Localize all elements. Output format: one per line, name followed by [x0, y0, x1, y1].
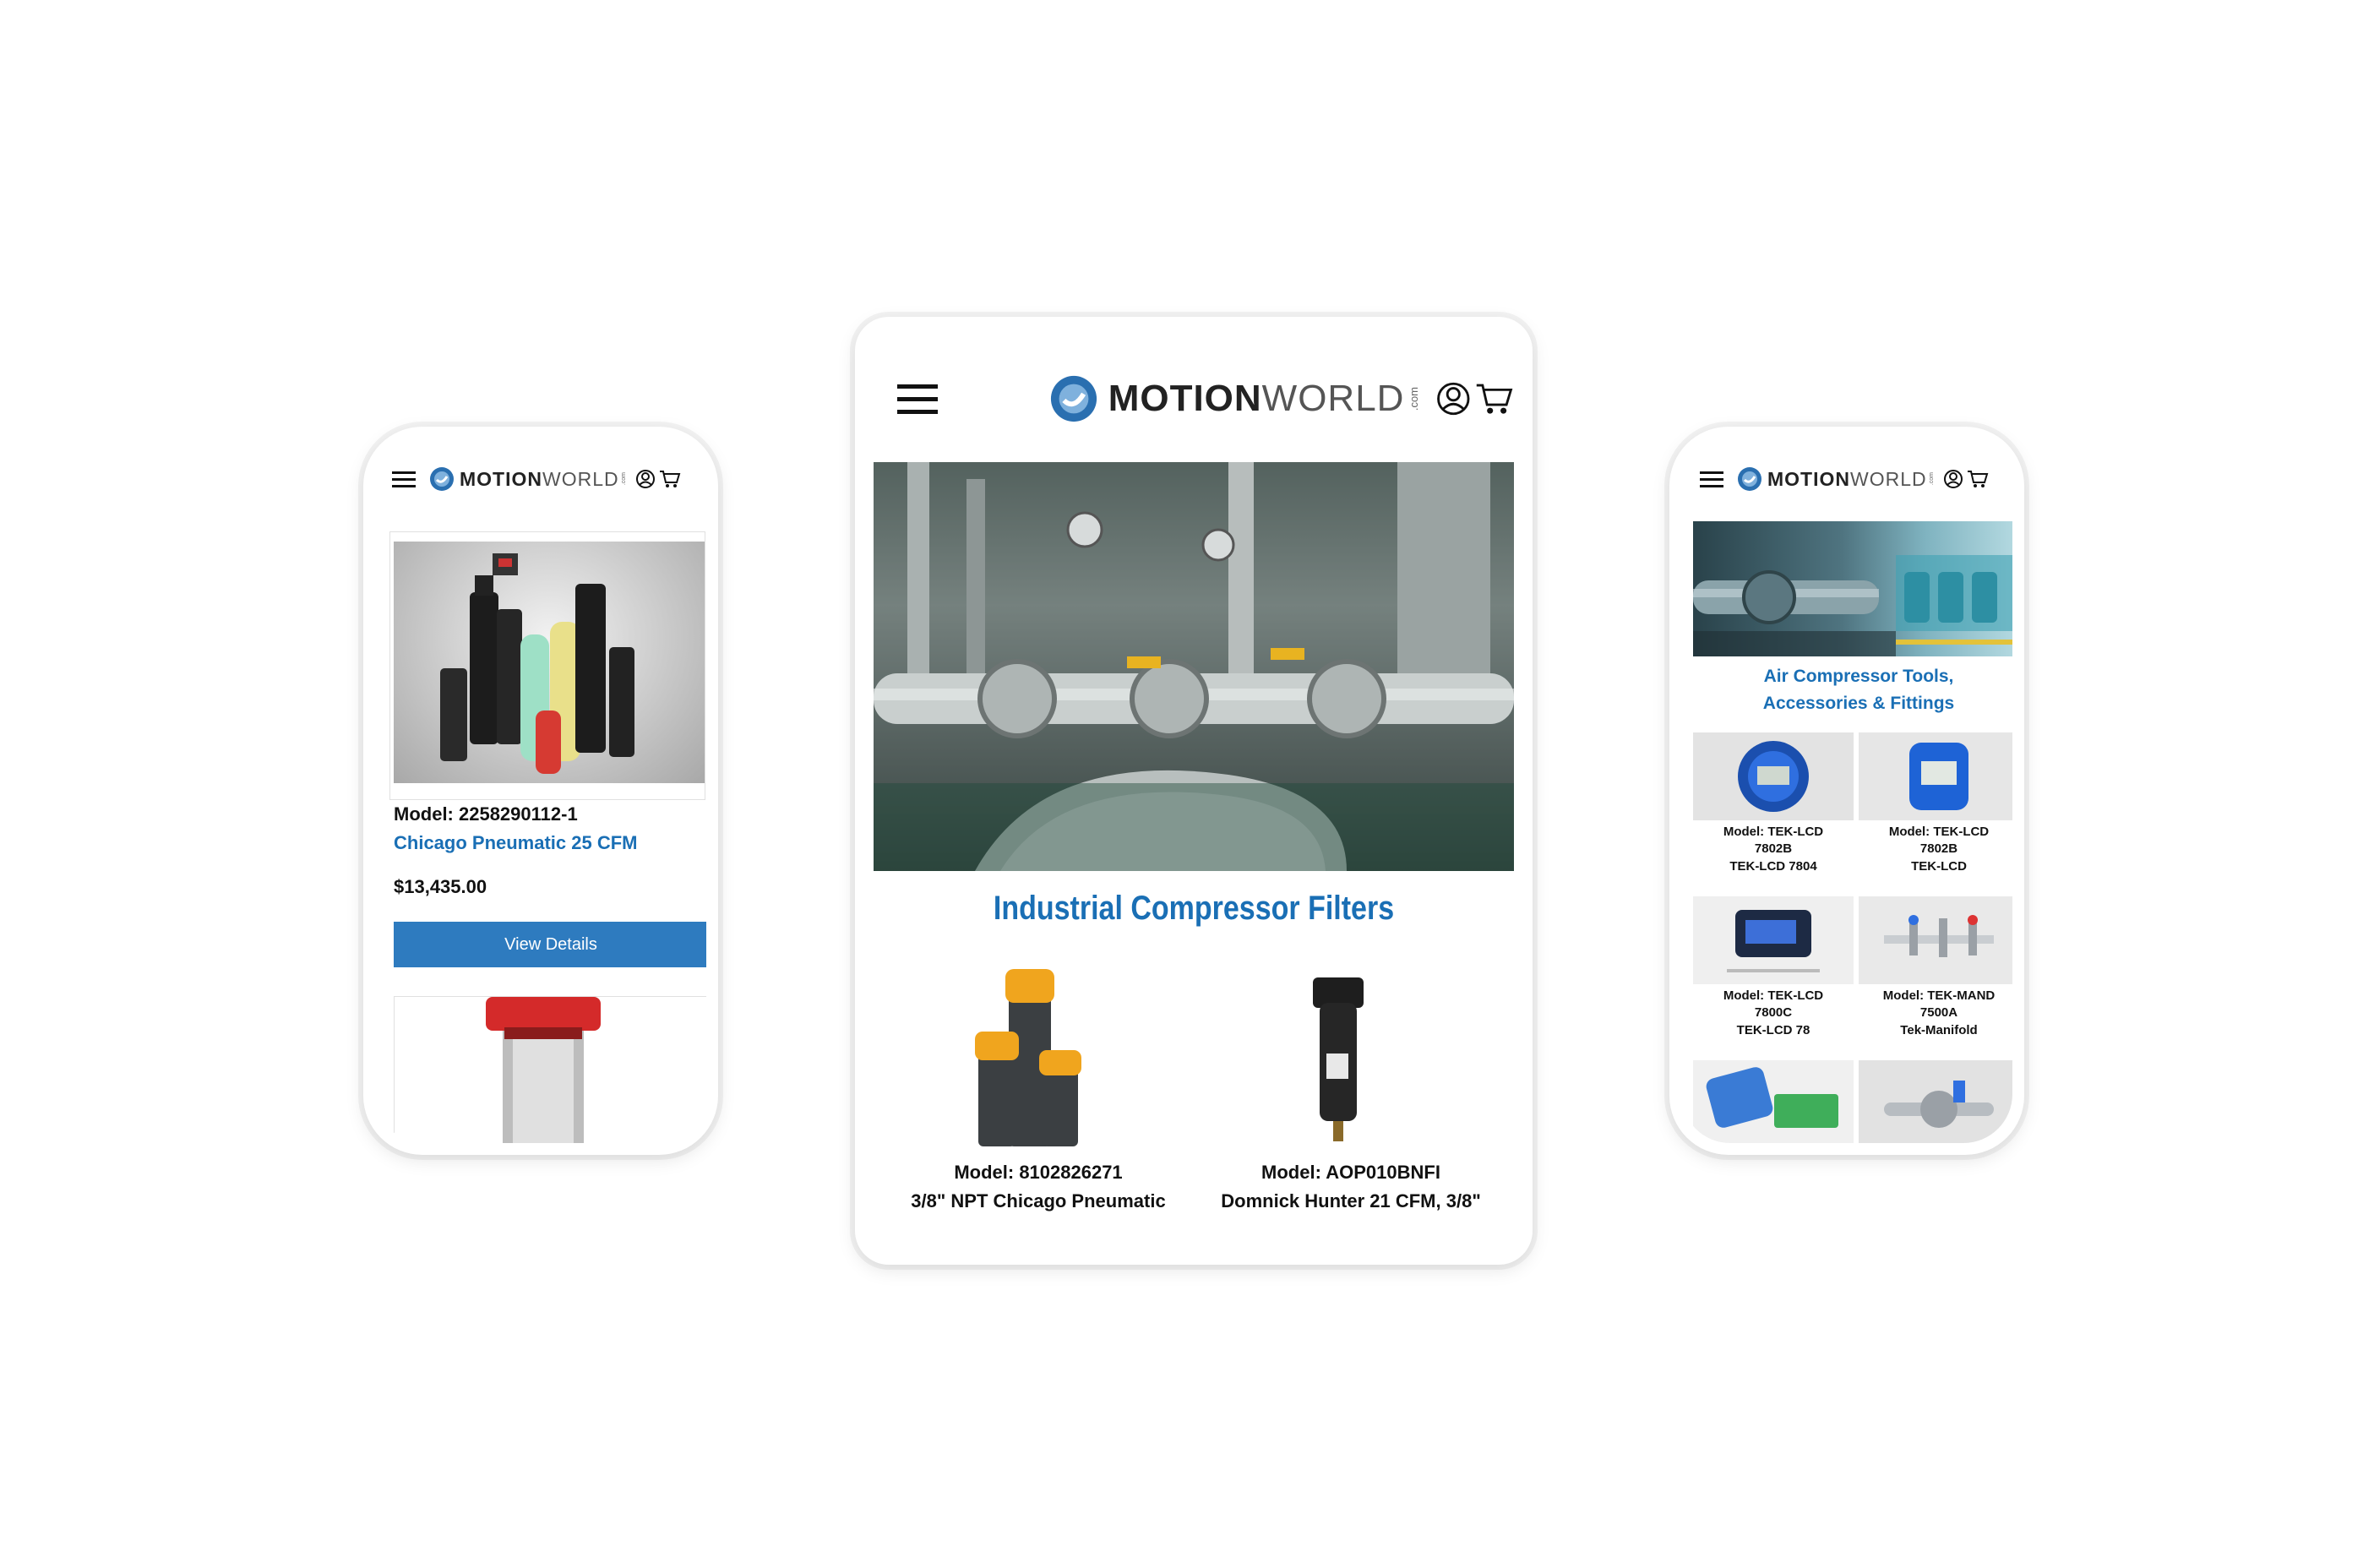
site-header: MOTIONWORLD .com	[1681, 438, 2012, 520]
tile-3-code: 7800C	[1754, 1005, 1793, 1021]
tablet-screen: MOTIONWORLD .com Industrial Compressor F…	[874, 335, 1514, 1246]
product-model: Model: 2258290112-1	[394, 803, 578, 825]
site-header: MOTIONWORLD .com	[874, 335, 1514, 462]
brand-suffix: .com	[620, 472, 627, 486]
globe-logo-icon	[430, 467, 454, 491]
site-header: MOTIONWORLD .com	[375, 438, 706, 520]
product-tile-3-caption: Model: TEK-LCD 7800C TEK-LCD 78	[1693, 988, 1854, 1039]
tile-2-name[interactable]: TEK-LCD	[1859, 858, 2012, 875]
product-price: $13,435.00	[394, 876, 487, 897]
right-phone-device: MOTIONWORLD .com Air Compressor Tools, A…	[1669, 427, 2024, 1155]
product-tile-1-caption: Model: TEK-LCD 7802B TEK-LCD 7804	[1693, 824, 1854, 875]
tablet-device: MOTIONWORLD .com Industrial Compressor F…	[855, 317, 1533, 1265]
site-logo[interactable]: MOTIONWORLD .com	[429, 466, 627, 492]
tile-1-model: Model: TEK-LCD	[1723, 825, 1824, 839]
brand-suffix: .com	[1408, 386, 1421, 411]
product-tile-3-image[interactable]	[1693, 896, 1854, 984]
tile-3-name[interactable]: TEK-LCD 78	[1693, 1022, 1854, 1039]
left-phone-screen: MOTIONWORLD .com Model: 2258290112-1 Chi…	[375, 438, 706, 1143]
brand-light: WORLD	[1850, 467, 1927, 490]
brand-bold: MOTION	[1108, 378, 1262, 419]
view-details-button[interactable]: View Details	[394, 922, 706, 967]
site-logo[interactable]: MOTIONWORLD .com	[1737, 466, 1935, 492]
product-card-2[interactable]	[394, 996, 706, 1143]
product-image-yellow-filters[interactable]	[950, 961, 1102, 1146]
tile-2-code: 7802B	[1919, 841, 1958, 857]
brand-bold: MOTION	[460, 467, 542, 490]
product-image-black-filter[interactable]	[1279, 961, 1397, 1146]
section-heading-line1: Air Compressor Tools,	[1763, 667, 1954, 686]
section-heading: Industrial Compressor Filters	[993, 890, 1395, 927]
product-model-1: Model: 8102826271	[954, 1162, 1123, 1183]
menu-icon[interactable]	[1700, 467, 1723, 492]
product-name-2[interactable]: Domnick Hunter 21 CFM, 3/8"	[1186, 1190, 1514, 1212]
section-heading-line2: Accessories & Fittings	[1762, 694, 1955, 713]
tile-3-model: Model: TEK-LCD	[1723, 988, 1824, 1003]
product-tile-4-image[interactable]	[1859, 896, 2012, 984]
tile-4-model: Model: TEK-MAND	[1882, 988, 1996, 1003]
product-image-filters[interactable]	[394, 542, 705, 783]
product-tile-5-image[interactable]	[1693, 1060, 1854, 1143]
tile-4-code: 7500A	[1919, 1005, 1958, 1021]
tile-4-name[interactable]: Tek-Manifold	[1859, 1022, 2012, 1039]
product-model-2: Model: AOP010BNFI	[1261, 1162, 1440, 1183]
brand-suffix: .com	[1928, 472, 1935, 486]
product-tile-6-image[interactable]	[1859, 1060, 2012, 1143]
tile-2-model: Model: TEK-LCD	[1888, 825, 1990, 839]
hero-image-industrial-pipes	[874, 462, 1514, 871]
product-tile-2-image[interactable]	[1859, 732, 2012, 820]
banner-image-compressor-room	[1693, 521, 2012, 656]
product-tile-1-image[interactable]	[1693, 732, 1854, 820]
tile-1-code: 7802B	[1754, 841, 1793, 857]
user-icon[interactable]	[1943, 469, 1963, 489]
brand-bold: MOTION	[1767, 467, 1850, 490]
cart-icon[interactable]	[659, 469, 681, 489]
cart-icon[interactable]	[1475, 378, 1514, 420]
product-tile-4-caption: Model: TEK-MAND 7500A Tek-Manifold	[1859, 988, 2012, 1039]
product-name-1[interactable]: 3/8" NPT Chicago Pneumatic	[874, 1190, 1203, 1212]
user-icon[interactable]	[1435, 378, 1472, 420]
cart-icon[interactable]	[1967, 469, 1989, 489]
globe-logo-icon	[1050, 375, 1097, 422]
tile-1-name[interactable]: TEK-LCD 7804	[1693, 858, 1854, 875]
product-tile-2-caption: Model: TEK-LCD 7802B TEK-LCD	[1859, 824, 2012, 875]
user-icon[interactable]	[635, 469, 656, 489]
brand-light: WORLD	[1261, 378, 1405, 419]
menu-icon[interactable]	[897, 376, 938, 422]
brand-light: WORLD	[542, 467, 619, 490]
right-phone-screen: MOTIONWORLD .com Air Compressor Tools, A…	[1681, 438, 2012, 1143]
product-name-link[interactable]: Chicago Pneumatic 25 CFM	[394, 832, 638, 854]
menu-icon[interactable]	[392, 467, 416, 492]
globe-logo-icon	[1738, 467, 1761, 491]
site-logo[interactable]: MOTIONWORLD .com	[1049, 374, 1421, 423]
left-phone-device: MOTIONWORLD .com Model: 2258290112-1 Chi…	[363, 427, 718, 1155]
